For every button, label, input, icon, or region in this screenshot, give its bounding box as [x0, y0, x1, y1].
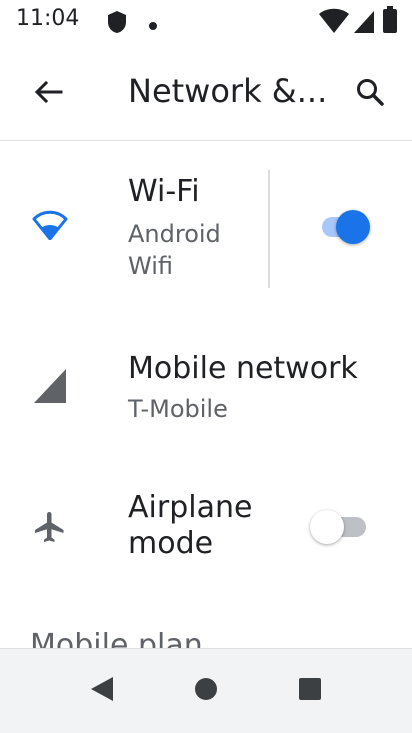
- mobile-network-setting[interactable]: Mobile network T-Mobile: [0, 335, 412, 445]
- search-button[interactable]: [346, 70, 394, 118]
- status-time: 11:04: [16, 6, 80, 31]
- status-bar: 11:04: [0, 0, 412, 44]
- mobile-network-subtitle: T-Mobile: [128, 395, 228, 423]
- battery-icon: [382, 6, 398, 38]
- wifi-icon: [32, 208, 68, 244]
- shield-icon: [106, 10, 128, 38]
- airplane-mode-setting[interactable]: Airplane mode: [0, 480, 412, 590]
- wifi-subtitle: Android Wifi: [128, 220, 221, 280]
- cell-signal-icon: [352, 8, 376, 38]
- wifi-separator: [268, 170, 270, 288]
- airplane-mode-title: Airplane mode: [128, 490, 253, 561]
- nav-recents-button[interactable]: [286, 669, 334, 713]
- arrow-back-icon: [33, 80, 63, 108]
- search-icon: [355, 77, 385, 111]
- notification-dot-icon: [148, 16, 158, 35]
- wifi-setting[interactable]: Wi-Fi Android Wifi: [0, 160, 412, 300]
- nav-home-button[interactable]: [182, 669, 230, 713]
- nav-back-button[interactable]: [78, 669, 126, 713]
- airplane-icon: [32, 508, 68, 550]
- wifi-toggle[interactable]: [318, 208, 374, 244]
- circle-home-icon: [193, 676, 219, 706]
- square-recents-icon: [298, 677, 322, 705]
- page-title: Network &...: [128, 72, 328, 110]
- wifi-signal-icon: [318, 8, 350, 38]
- cell-signal-icon: [32, 367, 68, 409]
- navigation-bar: [0, 648, 412, 733]
- airplane-mode-toggle[interactable]: [310, 508, 366, 544]
- app-bar: Network &...: [0, 44, 412, 140]
- app-bar-divider: [0, 140, 412, 141]
- triangle-back-icon: [89, 675, 115, 707]
- wifi-title: Wi-Fi: [128, 174, 200, 209]
- mobile-network-title: Mobile network: [128, 351, 358, 386]
- back-button[interactable]: [24, 74, 72, 114]
